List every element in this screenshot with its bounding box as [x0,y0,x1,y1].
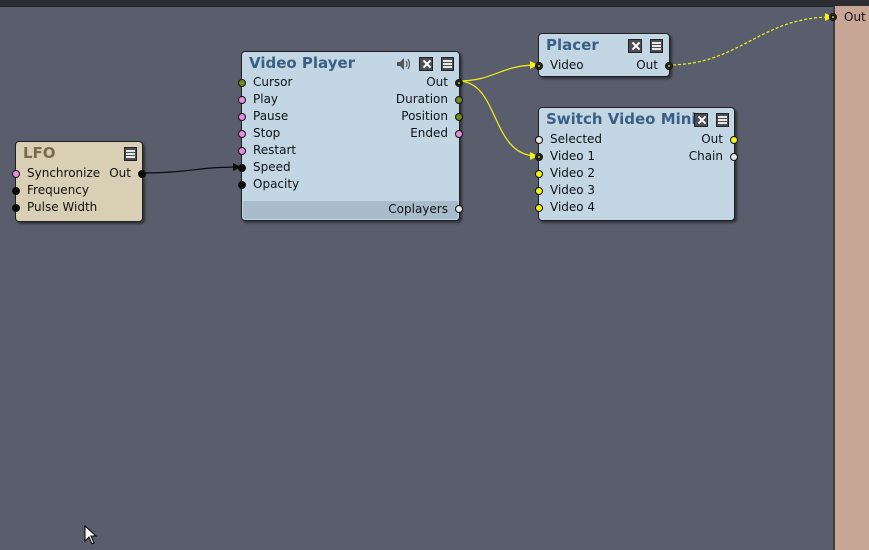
wire-placer-to-out [667,13,833,66]
main-out-label: Out [844,10,866,24]
duration-port[interactable] [455,96,463,104]
menu-icon[interactable] [124,147,137,161]
wire-lfo-to-speed [141,163,241,174]
video-player-node[interactable]: Video Player Cursor Play Pause Stop Rest… [238,51,463,221]
port-label: Opacity [253,177,300,191]
close-icon[interactable] [694,113,708,127]
node-title: Switch Video Mini [546,110,697,128]
lfo-node[interactable]: LFO Synchronize Frequency Pulse Width Ou… [12,141,146,222]
lfo-out-port[interactable] [138,170,146,178]
port-label: Position [401,109,448,123]
pause-port[interactable] [238,113,246,121]
port-label: Coplayers [388,202,448,216]
video-2-port[interactable] [535,170,543,178]
port-label: Cursor [253,75,293,89]
switch-out-port[interactable] [730,136,738,144]
opacity-port[interactable] [238,181,246,189]
port-label: Chain [688,149,723,163]
port-label: Out [701,132,723,146]
port-label: Out [426,75,448,89]
port-label: Frequency [27,183,89,197]
port-label: Video 2 [550,166,596,180]
port-label: Duration [395,92,448,106]
menu-icon[interactable] [716,113,729,127]
port-label: Restart [253,143,297,157]
node-title: Video Player [249,54,356,72]
port-label: Play [253,92,279,106]
placer-out-port[interactable] [665,62,673,70]
synchronize-port[interactable] [12,170,20,178]
port-label: Out [109,166,131,180]
port-label: Out [636,58,658,72]
video-out-port[interactable] [455,79,463,87]
video-3-port[interactable] [535,187,543,195]
frequency-port[interactable] [12,187,20,195]
cursor-port[interactable] [238,79,246,87]
stop-port[interactable] [238,130,246,138]
selected-port[interactable] [535,136,543,144]
play-port[interactable] [238,96,246,104]
position-port[interactable] [455,113,463,121]
video-4-port[interactable] [535,204,543,212]
close-icon[interactable] [628,39,642,53]
port-label: Synchronize [27,166,101,180]
close-icon[interactable] [419,57,433,71]
wire-player-to-switch [457,80,538,160]
pulse-width-port[interactable] [12,204,20,212]
speed-port[interactable] [238,164,246,172]
ended-port[interactable] [455,130,463,138]
menu-icon[interactable] [441,57,454,71]
port-label: Speed [253,160,291,174]
port-label: Pause [253,109,289,123]
placer-node[interactable]: Placer Video Out [535,33,673,77]
port-label: Video 3 [550,183,596,197]
coplayers-port[interactable] [455,205,463,213]
video-in-port[interactable] [535,62,543,70]
speaker-icon[interactable] [396,57,412,71]
port-label: Selected [550,132,603,146]
wire-player-to-placer [457,61,538,82]
port-label: Pulse Width [27,200,98,214]
node-title: Placer [546,36,599,54]
node-title: LFO [23,144,56,162]
top-bar [0,0,869,7]
mouse-cursor-icon [84,525,98,545]
video-1-port[interactable] [535,153,543,161]
port-label: Video 1 [550,149,596,163]
chain-port[interactable] [730,153,738,161]
port-label: Ended [410,126,448,140]
restart-port[interactable] [238,147,246,155]
switch-video-mini-node[interactable]: Switch Video Mini Selected Video 1 Video… [535,107,738,221]
port-label: Video 4 [550,200,596,214]
main-out-port[interactable] [829,13,837,21]
menu-icon[interactable] [650,39,663,53]
output-panel [833,6,869,550]
port-label: Video [550,58,584,72]
port-label: Stop [253,126,281,140]
